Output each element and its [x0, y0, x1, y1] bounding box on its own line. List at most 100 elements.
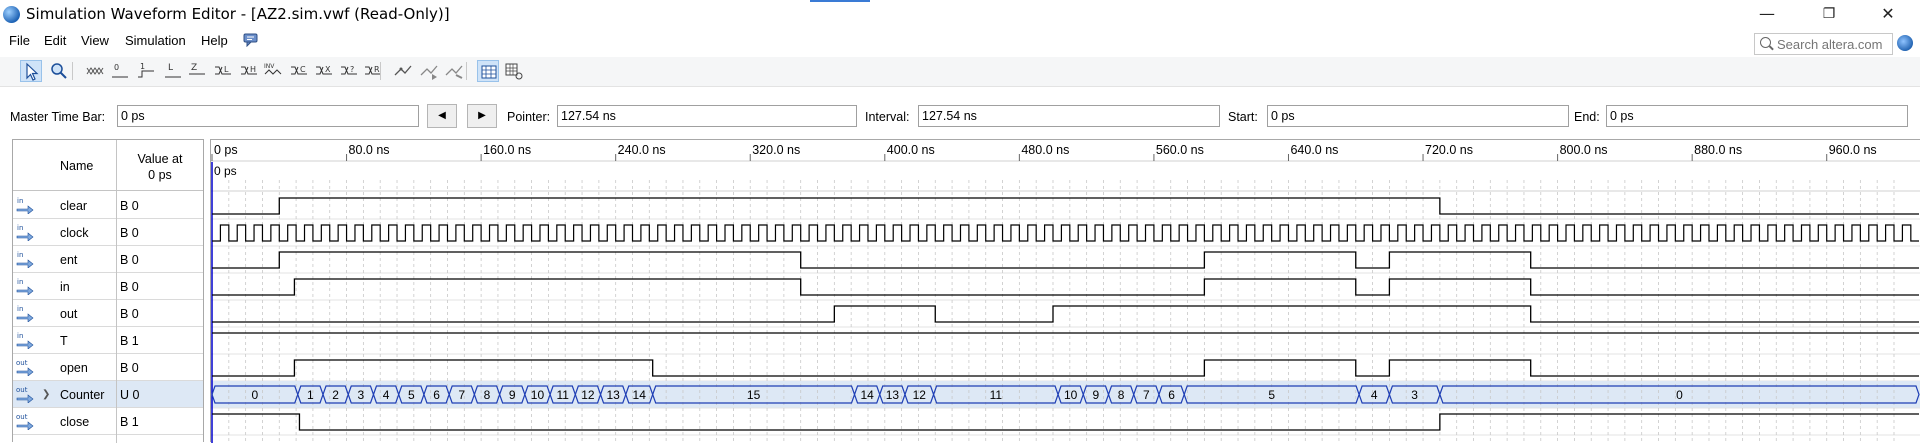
counter-value-label: 8 [484, 388, 491, 402]
high-impedance-icon[interactable]: Z [186, 60, 208, 82]
name-column-header[interactable]: Name [60, 159, 93, 173]
counter-value-label: 9 [1093, 388, 1100, 402]
weak-low-icon[interactable]: L [162, 60, 184, 82]
signal-row-ent[interactable]: in ent B 0 [13, 246, 203, 273]
interval-label: Interval: [865, 110, 910, 124]
grid-settings-icon[interactable] [503, 60, 525, 82]
time-label: 0 ps [214, 143, 238, 157]
weak-high-icon[interactable]: X [313, 60, 335, 82]
counter-value-label: 9 [509, 388, 516, 402]
signal-name: close [60, 415, 90, 429]
svg-text:out: out [16, 359, 28, 367]
counter-value-label: 3 [358, 388, 365, 402]
close-button[interactable]: ✕ [1865, 0, 1911, 30]
waveform-area[interactable]: 0 ps 80.0 ns 160.0 ns 240.0 ns 320.0 ns 400.0… [210, 139, 1920, 443]
svg-text:in: in [17, 278, 23, 286]
signal-row-open[interactable]: out open B 0 [13, 354, 203, 381]
time-label: 240.0 ns [618, 143, 666, 157]
menu-help[interactable]: Help [199, 33, 230, 48]
snap-to-grid-icon[interactable] [392, 60, 414, 82]
svg-text:in: in [17, 197, 23, 205]
forcing-high-icon[interactable]: 1 [135, 60, 157, 82]
master-time-bar-field[interactable] [117, 105, 419, 127]
start-field[interactable] [1267, 105, 1569, 127]
next-transition-button[interactable]: ▶ [467, 104, 497, 128]
selection-tool-icon[interactable] [20, 60, 42, 82]
counter-value-label: 4 [1371, 388, 1378, 402]
time-label: 640.0 ns [1290, 143, 1338, 157]
input-pin-icon: in [16, 303, 34, 323]
time-label: 160.0 ns [483, 143, 531, 157]
counter-value-label: 11 [556, 388, 569, 402]
time-label: 720.0 ns [1425, 143, 1473, 157]
time-label: 560.0 ns [1156, 143, 1204, 157]
overwrite-clock-icon[interactable]: INV [262, 60, 284, 82]
counter-value-label: 0 [252, 388, 259, 402]
waveform-canvas[interactable]: 0 ps 80.0 ns 160.0 ns 240.0 ns 320.0 ns 400.0… [211, 140, 1920, 443]
signal-row-clock[interactable]: in clock B 0 [13, 219, 203, 246]
random-values-icon[interactable]: C [288, 60, 310, 82]
signal-value: B 0 [120, 226, 139, 240]
signal-row-out[interactable]: in out B 0 [13, 300, 203, 327]
search-input[interactable] [1777, 36, 1891, 52]
svg-text:out: out [16, 386, 28, 394]
zoom-tool-icon[interactable] [48, 60, 70, 82]
expand-chevron-icon[interactable]: ❯ [42, 389, 50, 400]
end-field[interactable] [1606, 105, 1908, 127]
run-timing-simulation-icon[interactable] [443, 60, 465, 82]
dont-care-icon[interactable]: ? [338, 60, 360, 82]
counter-value-label: 15 [747, 388, 761, 402]
signal-row-clear[interactable]: in clear B 0 [13, 192, 203, 219]
svg-text:in: in [17, 224, 23, 232]
previous-transition-button[interactable]: ◀ [427, 104, 457, 128]
signal-name: out [60, 307, 78, 321]
menu-edit[interactable]: Edit [42, 33, 68, 48]
interval-field[interactable] [918, 105, 1220, 127]
column-divider[interactable] [116, 140, 117, 443]
toolbar-separator [466, 62, 467, 80]
counter-value-label: 2 [332, 388, 339, 402]
count-value-icon[interactable]: H [238, 60, 260, 82]
forcing-low-icon[interactable]: 0 [109, 60, 131, 82]
pointer-field[interactable] [557, 105, 857, 127]
time-label: 400.0 ns [887, 143, 935, 157]
pointer-label: Pointer: [507, 110, 551, 124]
grid-view-icon[interactable] [477, 60, 499, 82]
menu-simulation[interactable]: Simulation [123, 33, 188, 48]
invert-icon[interactable]: L [212, 60, 234, 82]
svg-text:1: 1 [140, 62, 145, 71]
chat-help-icon[interactable] [243, 33, 259, 48]
globe-icon[interactable] [1897, 35, 1913, 51]
signal-name: T [60, 334, 68, 348]
output-pin-icon: out [16, 411, 34, 431]
forcing-unknown-icon[interactable] [84, 60, 106, 82]
output-pin-icon: out [16, 384, 34, 404]
svg-text:INV: INV [264, 63, 275, 70]
value-column-header[interactable]: Value at 0 ps [117, 151, 203, 183]
signal-row-t[interactable]: in T B 1 [13, 327, 203, 354]
toolbar-separator [380, 62, 381, 80]
signal-row-in[interactable]: in in B 0 [13, 273, 203, 300]
counter-value-label: 4 [383, 388, 390, 402]
input-pin-icon: in [16, 276, 34, 296]
window-title: Simulation Waveform Editor - [AZ2.sim.vw… [26, 5, 450, 23]
start-label: Start: [1228, 110, 1258, 124]
menu-view[interactable]: View [79, 33, 111, 48]
svg-text:L: L [224, 65, 229, 74]
signal-row-counter[interactable]: out ❯ Counter U 0 [13, 381, 203, 408]
waveform-clear [212, 197, 1919, 215]
svg-text:C: C [300, 65, 306, 74]
run-functional-simulation-icon[interactable] [418, 60, 440, 82]
search-box[interactable] [1754, 33, 1893, 55]
waveform-ent [212, 251, 1919, 269]
title-accent-bar [810, 0, 870, 2]
signal-name: Counter [60, 388, 105, 402]
minimize-button[interactable]: — [1744, 0, 1790, 30]
signal-row-close[interactable]: out close B 1 [13, 408, 203, 435]
toolbar: 0 1 L Z L H INV C X? R [0, 57, 1920, 87]
restore-button[interactable]: ❐ [1806, 0, 1852, 30]
svg-text:in: in [17, 332, 23, 340]
counter-value-label: 12 [581, 388, 595, 402]
menu-file[interactable]: File [7, 33, 32, 48]
signal-name: open [60, 361, 88, 375]
